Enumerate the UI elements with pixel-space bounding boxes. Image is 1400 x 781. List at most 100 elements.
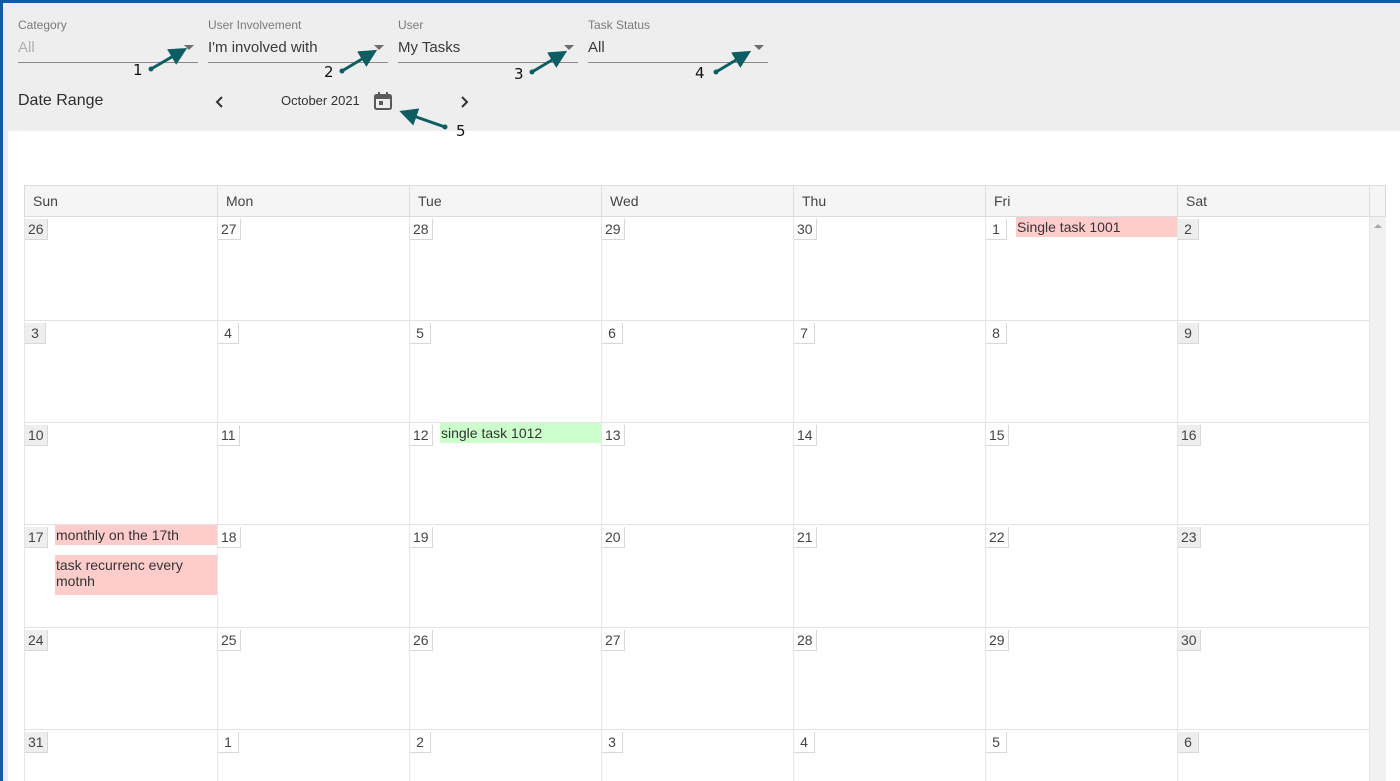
day-number[interactable]: 3: [25, 323, 46, 344]
day-number[interactable]: 5: [986, 732, 1007, 753]
day-number[interactable]: 24: [25, 630, 48, 651]
day-cell[interactable]: 5: [985, 730, 1177, 781]
category-select[interactable]: Category All: [18, 17, 198, 63]
day-number[interactable]: 10: [25, 425, 48, 446]
day-number[interactable]: 19: [410, 527, 433, 548]
day-cell[interactable]: 18: [217, 525, 409, 627]
day-cell[interactable]: 2: [1177, 217, 1369, 320]
day-cell[interactable]: 23: [1177, 525, 1369, 627]
day-number[interactable]: 29: [986, 630, 1009, 651]
day-number[interactable]: 27: [602, 630, 625, 651]
day-cell[interactable]: 3: [601, 730, 793, 781]
calendar-scrollbar[interactable]: [1369, 217, 1386, 781]
day-number[interactable]: 4: [794, 732, 815, 753]
day-cell[interactable]: 14: [793, 423, 985, 524]
day-cell[interactable]: 29: [601, 217, 793, 320]
day-cell[interactable]: 1 Single task 1001: [985, 217, 1178, 320]
day-cell[interactable]: 20: [601, 525, 793, 627]
day-number[interactable]: 30: [1178, 630, 1201, 651]
day-cell[interactable]: 6: [1177, 730, 1369, 781]
user-dropdown-icon[interactable]: [564, 45, 574, 50]
day-number[interactable]: 18: [218, 527, 241, 548]
day-number[interactable]: 3: [602, 732, 623, 753]
day-cell[interactable]: 30: [1177, 628, 1369, 729]
event-single-task-1001[interactable]: Single task 1001: [1016, 217, 1178, 237]
day-cell[interactable]: 1: [217, 730, 409, 781]
day-cell[interactable]: 29: [985, 628, 1177, 729]
day-number[interactable]: 28: [410, 219, 433, 240]
day-number[interactable]: 14: [794, 425, 817, 446]
day-cell[interactable]: 2: [409, 730, 601, 781]
day-number[interactable]: 21: [794, 527, 817, 548]
day-cell[interactable]: 25: [217, 628, 409, 729]
day-cell[interactable]: 13: [601, 423, 793, 524]
day-number[interactable]: 4: [218, 323, 239, 344]
day-number[interactable]: 8: [986, 323, 1007, 344]
day-cell[interactable]: 27: [601, 628, 793, 729]
day-number[interactable]: 1: [986, 219, 1007, 240]
event-single-task-1012[interactable]: single task 1012: [440, 423, 602, 443]
chevron-right-icon[interactable]: [454, 92, 474, 112]
user-involvement-dropdown-icon[interactable]: [374, 45, 384, 50]
day-cell[interactable]: 11: [217, 423, 409, 524]
day-number[interactable]: 28: [794, 630, 817, 651]
day-number[interactable]: 11: [218, 425, 240, 446]
day-cell[interactable]: 28: [793, 628, 985, 729]
user-involvement-select[interactable]: User Involvement I'm involved with: [208, 17, 388, 63]
day-number[interactable]: 16: [1178, 425, 1201, 446]
day-number[interactable]: 17: [25, 527, 48, 548]
day-cell[interactable]: 12 single task 1012: [409, 423, 602, 524]
day-cell[interactable]: 22: [985, 525, 1177, 627]
day-number[interactable]: 5: [410, 323, 431, 344]
day-cell[interactable]: 16: [1177, 423, 1369, 524]
day-number[interactable]: 23: [1178, 527, 1201, 548]
day-cell[interactable]: 26: [409, 628, 601, 729]
day-cell[interactable]: 6: [601, 321, 793, 422]
scroll-up-arrow-icon[interactable]: [1374, 224, 1382, 228]
user-select[interactable]: User My Tasks: [398, 17, 578, 63]
chevron-left-icon[interactable]: [210, 92, 230, 112]
day-cell[interactable]: 28: [409, 217, 601, 320]
day-number[interactable]: 27: [218, 219, 241, 240]
day-cell[interactable]: 10: [24, 423, 217, 524]
day-number[interactable]: 15: [986, 425, 1009, 446]
day-number[interactable]: 6: [1178, 732, 1199, 753]
day-number[interactable]: 12: [410, 425, 433, 446]
day-cell[interactable]: 4: [217, 321, 409, 422]
day-number[interactable]: 26: [25, 219, 48, 240]
day-cell[interactable]: 7: [793, 321, 985, 422]
event-task-recurrence[interactable]: task recurrenc every motnh: [55, 555, 218, 595]
day-number[interactable]: 26: [410, 630, 433, 651]
day-cell[interactable]: 30: [793, 217, 985, 320]
event-monthly-on-17th[interactable]: monthly on the 17th: [55, 525, 218, 545]
day-cell[interactable]: 17 monthly on the 17th task recurrenc ev…: [24, 525, 218, 627]
day-number[interactable]: 2: [1178, 219, 1199, 240]
day-number[interactable]: 9: [1178, 323, 1199, 344]
day-number[interactable]: 6: [602, 323, 623, 344]
day-number[interactable]: 1: [218, 732, 239, 753]
day-number[interactable]: 29: [602, 219, 625, 240]
day-cell[interactable]: 9: [1177, 321, 1369, 422]
day-cell[interactable]: 31: [24, 730, 217, 781]
day-number[interactable]: 7: [794, 323, 815, 344]
day-cell[interactable]: 26: [24, 217, 217, 320]
task-status-dropdown-icon[interactable]: [754, 45, 764, 50]
day-number[interactable]: 30: [794, 219, 817, 240]
day-cell[interactable]: 21: [793, 525, 985, 627]
day-cell[interactable]: 5: [409, 321, 601, 422]
day-number[interactable]: 13: [602, 425, 625, 446]
day-cell[interactable]: 3: [24, 321, 217, 422]
day-cell[interactable]: 19: [409, 525, 601, 627]
day-cell[interactable]: 15: [985, 423, 1177, 524]
day-number[interactable]: 20: [602, 527, 625, 548]
day-cell[interactable]: 8: [985, 321, 1177, 422]
day-number[interactable]: 22: [986, 527, 1009, 548]
task-status-select[interactable]: Task Status All: [588, 17, 768, 63]
day-cell[interactable]: 4: [793, 730, 985, 781]
day-number[interactable]: 25: [218, 630, 241, 651]
category-dropdown-icon[interactable]: [184, 45, 194, 50]
day-number[interactable]: 2: [410, 732, 431, 753]
day-cell[interactable]: 27: [217, 217, 409, 320]
calendar-icon[interactable]: [371, 89, 395, 113]
day-cell[interactable]: 24: [24, 628, 217, 729]
